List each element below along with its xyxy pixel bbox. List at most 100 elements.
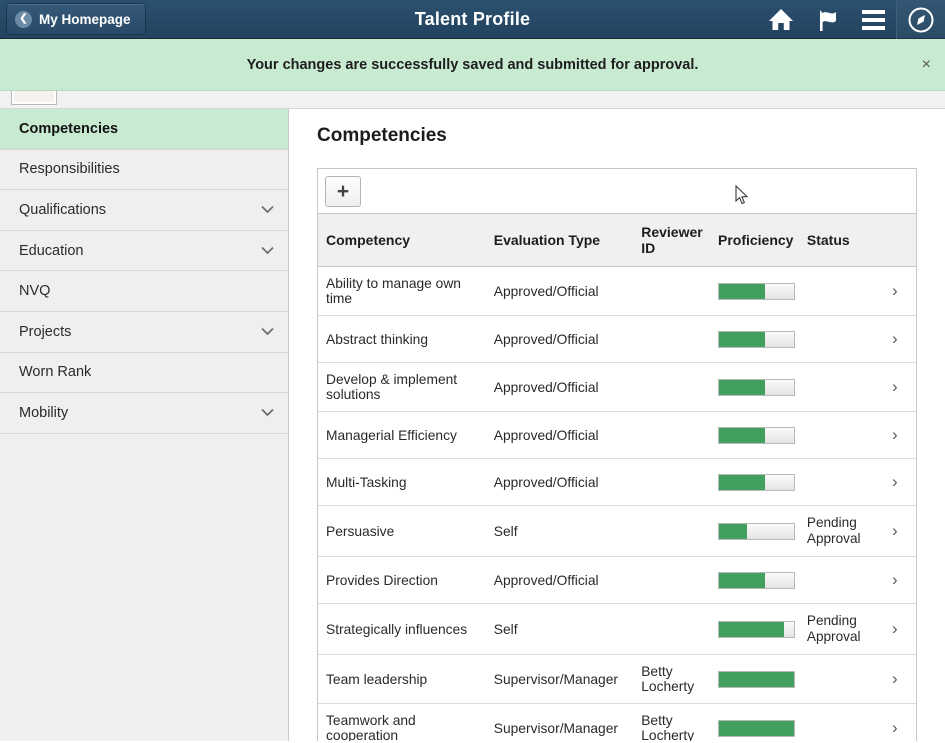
chevron-right-icon[interactable]: › bbox=[892, 570, 898, 589]
my-homepage-button[interactable]: ❮ My Homepage bbox=[6, 3, 146, 35]
chevron-down-icon[interactable] bbox=[261, 203, 274, 216]
sidebar-item-nvq[interactable]: NVQ bbox=[0, 271, 288, 312]
column-header-status[interactable]: Status bbox=[806, 214, 880, 267]
table-row[interactable]: Provides Direction Approved/Official › bbox=[318, 556, 916, 605]
table-row[interactable]: Abstract thinking Approved/Official › bbox=[318, 315, 916, 363]
status-badge: Pending Approval bbox=[806, 613, 861, 645]
cell-proficiency bbox=[717, 603, 807, 656]
row-detail-button[interactable]: › bbox=[879, 458, 916, 506]
main-pane: Competencies + Competency Evaluation Typ… bbox=[289, 109, 945, 741]
home-icon[interactable] bbox=[758, 0, 804, 39]
chevron-down-icon[interactable] bbox=[261, 244, 274, 257]
cell-evaluation-type: Approved/Official bbox=[493, 315, 642, 363]
sidebar-item-label: Qualifications bbox=[19, 201, 107, 218]
cell-competency: Ability to manage own time bbox=[318, 266, 494, 316]
sidebar-item-mobility[interactable]: Mobility bbox=[0, 393, 288, 434]
row-detail-button[interactable]: › bbox=[879, 266, 916, 316]
close-icon[interactable]: × bbox=[922, 56, 931, 73]
cell-competency: Provides Direction bbox=[318, 556, 494, 605]
add-competency-button[interactable]: + bbox=[325, 175, 361, 207]
cell-evaluation-type: Approved/Official bbox=[493, 556, 642, 605]
proficiency-meter-fill bbox=[718, 283, 766, 299]
sidebar-item-label: Responsibilities bbox=[19, 161, 120, 178]
proficiency-meter bbox=[717, 473, 795, 491]
column-header-reviewer-id[interactable]: Reviewer ID bbox=[641, 214, 718, 267]
cell-competency: Abstract thinking bbox=[318, 315, 494, 363]
chevron-right-icon[interactable]: › bbox=[892, 425, 898, 444]
page-body: Competencies Responsibilities Qualificatio… bbox=[0, 109, 945, 741]
row-detail-button[interactable]: › bbox=[879, 362, 916, 412]
cell-status: Pending Approval bbox=[806, 603, 880, 656]
proficiency-meter bbox=[717, 426, 795, 444]
sidebar: Competencies Responsibilities Qualificatio… bbox=[0, 109, 289, 741]
row-detail-button[interactable]: › bbox=[879, 654, 916, 705]
page-title: Competencies bbox=[317, 125, 447, 146]
proficiency-meter-fill bbox=[718, 331, 766, 347]
sidebar-item-label: Competencies bbox=[19, 120, 119, 137]
column-header-proficiency[interactable]: Proficiency bbox=[717, 214, 807, 267]
success-banner: Your changes are successfully saved and … bbox=[0, 39, 945, 91]
chevron-right-icon[interactable]: › bbox=[892, 718, 898, 737]
chevron-right-icon[interactable]: › bbox=[892, 521, 898, 540]
cell-competency: Managerial Efficiency bbox=[318, 411, 494, 459]
avatar[interactable] bbox=[11, 91, 57, 105]
column-header-competency[interactable]: Competency bbox=[318, 214, 494, 267]
chevron-right-icon[interactable]: › bbox=[892, 669, 898, 688]
sidebar-item-competencies[interactable]: Competencies bbox=[0, 109, 288, 150]
table-row[interactable]: Develop & implement solutions Approved/Of… bbox=[318, 362, 916, 412]
row-detail-button[interactable]: › bbox=[879, 603, 916, 656]
sidebar-item-label: Worn Rank bbox=[19, 364, 92, 381]
cell-proficiency bbox=[717, 556, 807, 605]
sidebar-item-qualifications[interactable]: Qualifications bbox=[0, 190, 288, 231]
cell-status bbox=[806, 362, 880, 412]
table-row[interactable]: Teamwork and cooperation Supervisor/Manag… bbox=[318, 703, 916, 741]
navbar-compass-icon[interactable] bbox=[896, 0, 945, 39]
row-detail-button[interactable]: › bbox=[879, 315, 916, 363]
cell-status bbox=[806, 556, 880, 605]
hamburger-icon[interactable] bbox=[850, 0, 896, 39]
cell-evaluation-type: Self bbox=[493, 505, 642, 558]
table-row[interactable]: Team leadership Supervisor/Manager Betty L… bbox=[318, 654, 916, 705]
status-badge: Pending Approval bbox=[806, 515, 861, 547]
chevron-right-icon[interactable]: › bbox=[892, 472, 898, 491]
employee-photo-strip bbox=[0, 91, 945, 109]
cell-reviewer-id bbox=[641, 556, 718, 605]
chevron-down-icon[interactable] bbox=[261, 325, 274, 338]
sidebar-item-worn-rank[interactable]: Worn Rank bbox=[0, 352, 288, 394]
chevron-right-icon[interactable]: › bbox=[892, 329, 898, 348]
cell-reviewer-id: Betty Locherty bbox=[641, 654, 718, 705]
sidebar-item-label: Education bbox=[19, 242, 84, 259]
table-row[interactable]: Persuasive Self Pending Approval › bbox=[318, 505, 916, 558]
chevron-down-icon[interactable] bbox=[261, 406, 274, 419]
cell-reviewer-id: Betty Locherty bbox=[641, 703, 718, 741]
avatar-image bbox=[14, 91, 54, 102]
cell-proficiency bbox=[717, 654, 807, 705]
table-row[interactable]: Strategically influences Self Pending Appr… bbox=[318, 603, 916, 656]
chevron-right-icon[interactable]: › bbox=[892, 619, 898, 638]
chevron-right-icon[interactable]: › bbox=[892, 377, 898, 396]
column-header-evaluation-type[interactable]: Evaluation Type bbox=[493, 214, 642, 267]
row-detail-button[interactable]: › bbox=[879, 556, 916, 605]
cell-proficiency bbox=[717, 362, 807, 412]
sidebar-item-projects[interactable]: Projects bbox=[0, 311, 288, 353]
cell-reviewer-id bbox=[641, 505, 718, 558]
cell-proficiency bbox=[717, 703, 807, 741]
table-row[interactable]: Multi-Tasking Approved/Official › bbox=[318, 458, 916, 506]
flag-icon[interactable] bbox=[804, 0, 850, 39]
sidebar-item-responsibilities[interactable]: Responsibilities bbox=[0, 149, 288, 191]
chevron-right-icon[interactable]: › bbox=[892, 281, 898, 300]
cell-status bbox=[806, 703, 880, 741]
row-detail-button[interactable]: › bbox=[879, 505, 916, 558]
cell-reviewer-id bbox=[641, 458, 718, 506]
cell-reviewer-id bbox=[641, 603, 718, 656]
cell-competency: Strategically influences bbox=[318, 603, 494, 656]
proficiency-meter-fill bbox=[718, 621, 785, 637]
row-detail-button[interactable]: › bbox=[879, 703, 916, 741]
row-detail-button[interactable]: › bbox=[879, 411, 916, 459]
table-row[interactable]: Managerial Efficiency Approved/Official › bbox=[318, 411, 916, 459]
competencies-table: Competency Evaluation Type Reviewer ID P… bbox=[318, 214, 916, 741]
proficiency-meter-fill bbox=[718, 474, 766, 490]
table-row[interactable]: Ability to manage own time Approved/Offic… bbox=[318, 266, 916, 316]
sidebar-item-education[interactable]: Education bbox=[0, 230, 288, 272]
proficiency-meter bbox=[717, 282, 795, 300]
